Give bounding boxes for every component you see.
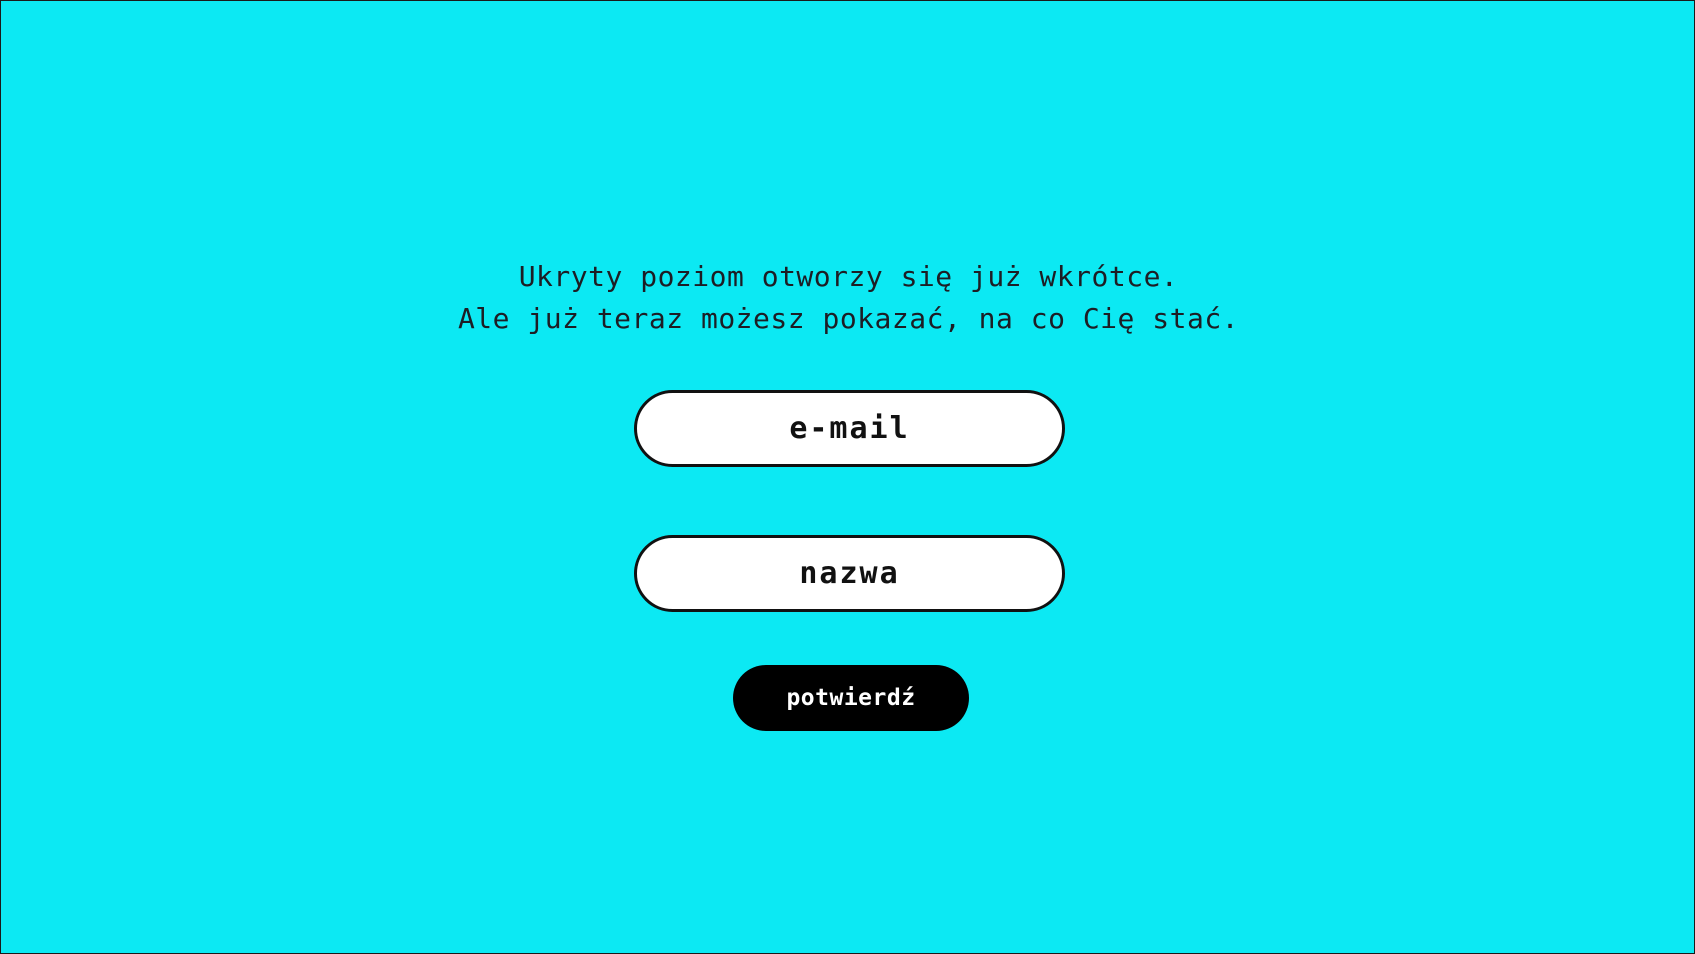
headline-line-2: Ale już teraz możesz pokazać, na co Cię … <box>457 302 1240 335</box>
headline-line-1: Ukryty poziom otworzy się już wkrótce. <box>518 260 1179 293</box>
name-field[interactable] <box>634 535 1065 612</box>
confirm-button[interactable]: potwierdź <box>733 665 969 731</box>
headline: Ukryty poziom otworzy się już wkrótce. A… <box>1 256 1695 340</box>
signup-screen: Ukryty poziom otworzy się już wkrótce. A… <box>1 1 1695 954</box>
email-field[interactable] <box>634 390 1065 467</box>
